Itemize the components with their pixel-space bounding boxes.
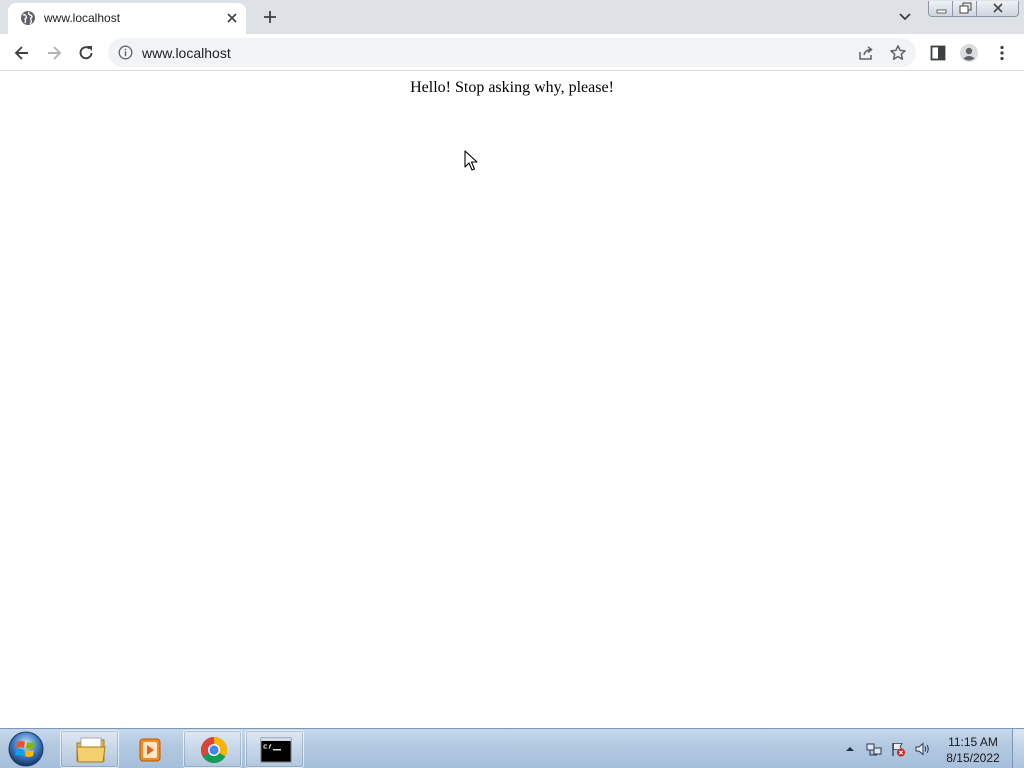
globe-icon	[21, 11, 35, 25]
restore-button[interactable]	[953, 1, 977, 17]
side-panel-icon[interactable]	[928, 43, 948, 63]
page-message: Hello! Stop asking why, please!	[410, 79, 614, 96]
browser-tab[interactable]: www.localhost	[8, 3, 246, 34]
minimize-icon	[936, 9, 947, 14]
page-content: Hello! Stop asking why, please!	[0, 72, 1024, 728]
network-icon[interactable]	[866, 741, 882, 757]
close-icon	[993, 3, 1003, 13]
system-clock[interactable]: 11:15 AM 8/15/2022	[940, 734, 1006, 766]
share-icon[interactable]	[857, 44, 875, 62]
window-close-button[interactable]	[977, 1, 1019, 17]
minimize-button[interactable]	[928, 1, 953, 17]
windows-start-orb-icon[interactable]	[6, 730, 46, 768]
star-icon[interactable]	[889, 44, 907, 62]
taskbar-file-explorer[interactable]	[60, 730, 119, 768]
info-icon[interactable]	[118, 45, 133, 60]
taskbar: 11:15 AM 8/15/2022	[0, 728, 1024, 768]
plus-icon[interactable]	[260, 7, 280, 27]
browser-toolbar: www.localhost	[0, 34, 1024, 71]
volume-icon[interactable]	[914, 741, 930, 757]
close-icon[interactable]	[224, 10, 240, 26]
show-desktop-button[interactable]	[1012, 729, 1024, 768]
chevron-down-icon[interactable]	[896, 9, 914, 25]
kebab-menu-icon[interactable]	[992, 43, 1012, 63]
show-hidden-icons-chevron[interactable]	[844, 744, 856, 754]
address-bar[interactable]: www.localhost	[108, 38, 916, 67]
tab-title: www.localhost	[44, 11, 121, 25]
arrow-left-icon[interactable]	[12, 43, 32, 63]
clock-date: 8/15/2022	[946, 751, 1000, 765]
mouse-cursor-icon	[464, 150, 478, 171]
taskbar-chrome[interactable]	[183, 730, 242, 768]
taskbar-command-prompt[interactable]	[245, 730, 304, 768]
reload-icon[interactable]	[76, 43, 96, 63]
restore-icon	[959, 2, 972, 14]
taskbar-media-player[interactable]	[120, 730, 179, 768]
command-prompt-icon	[260, 737, 292, 763]
tab-strip: www.localhost	[0, 0, 1024, 34]
action-center-flag-icon[interactable]	[890, 741, 906, 757]
url-text[interactable]: www.localhost	[142, 45, 231, 61]
file-explorer-icon	[76, 737, 106, 763]
media-player-icon	[139, 738, 161, 762]
clock-time: 11:15 AM	[948, 735, 998, 749]
profile-icon[interactable]	[959, 43, 979, 63]
chrome-icon	[200, 736, 228, 764]
arrow-right-icon[interactable]	[44, 43, 64, 63]
